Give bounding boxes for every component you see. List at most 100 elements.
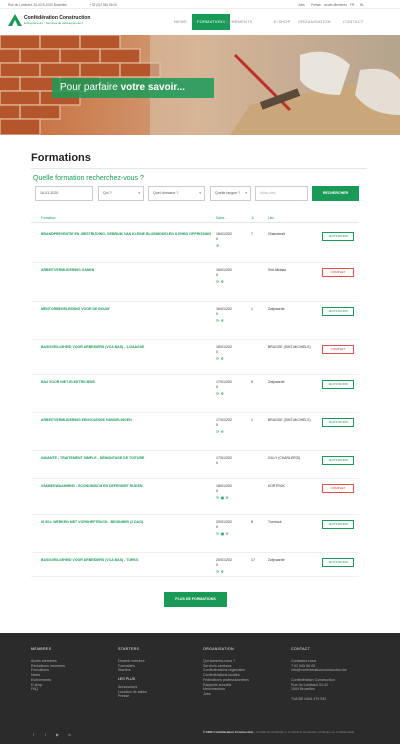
formation-place: BRUGGE (SINT-MICHIELS)	[268, 418, 311, 422]
formation-days: 1	[251, 307, 253, 311]
formation-title-link[interactable]: IS 801: WERKEN MET VORKHEFTRUCK - BEGINN…	[41, 520, 231, 525]
more-formations-button[interactable]: PLUS DE FORMATIONS	[164, 592, 227, 607]
twitter-icon[interactable]: t	[45, 732, 46, 737]
formation-date: 20/01/202 0	[216, 558, 232, 567]
address-text: Rue du Lombard, 34-42 B-1000 Bruxelles	[8, 2, 67, 7]
footer-col-starters: STARTERS Devenir membre Formalités Start…	[118, 647, 147, 699]
logo-subtitle: Entrepreneurs · Services de développemen…	[24, 21, 83, 25]
formation-place: BRUGGE (SINT-MICHIELS)	[268, 345, 311, 349]
formation-date: 16/01/202 0	[216, 345, 232, 354]
row-divider	[31, 478, 359, 479]
phone-text[interactable]: +32 (0)2 545 56 00	[90, 3, 117, 7]
row-divider	[31, 576, 359, 577]
col-header-place: Lieu	[268, 216, 275, 220]
row-divider	[31, 374, 359, 375]
register-button[interactable]: JE M'INSCRIS	[322, 558, 354, 567]
logo-icon[interactable]	[8, 14, 22, 26]
formation-place: Zwijnaarde	[268, 558, 285, 562]
row-divider	[31, 552, 359, 553]
formation-place: Gharmbrait	[268, 232, 285, 236]
formation-place: Zwijnaarde	[268, 380, 285, 384]
formation-type-icons: ⟳ ❄	[216, 356, 224, 361]
formation-title-link[interactable]: BASISVEILIGHEID VOOR ARBEIDERS (VCA BAS)…	[41, 558, 231, 563]
formation-date: 20/01/202 0	[216, 520, 232, 529]
footer-heading: ORGANISATION	[203, 647, 234, 651]
row-divider	[31, 262, 359, 263]
table-header-divider	[31, 222, 359, 223]
col-header-count: Jr	[251, 216, 254, 220]
formation-place: Zwijnaarde	[268, 307, 285, 311]
keyword-input[interactable]: Mots-clés	[255, 186, 308, 201]
formation-place: Turnhout	[268, 520, 282, 524]
footer-text: TVA BE 0406 479 092	[291, 696, 327, 701]
formation-title-link[interactable]: BA4 VOOR NIET-ELEKTRICIENS	[41, 380, 231, 385]
hero-banner: Pour parfaire votre savoir...	[0, 35, 400, 135]
topbar-lang-fr[interactable]: FR	[350, 3, 354, 7]
formation-title-link[interactable]: BASISVEILIGHEID VOOR ARBEIDERS (VCA BAS)…	[41, 345, 231, 350]
complet-badge[interactable]: COMPLET	[322, 484, 354, 493]
facebook-icon[interactable]: f	[33, 732, 34, 737]
date-field[interactable]: 16-01-2020	[35, 186, 93, 201]
site-header: Confédération Construction Entrepreneurs…	[0, 9, 400, 35]
formation-date: 18/01/202 0	[216, 484, 232, 493]
footer-link[interactable]: Jobs	[203, 692, 249, 697]
domain-select[interactable]: Quel domaine ? ▾	[148, 186, 205, 201]
footer-link[interactable]: Presse	[118, 694, 147, 699]
footer-link[interactable]: Starters	[118, 668, 147, 673]
register-button[interactable]: JE M'INSCRIS	[322, 380, 354, 389]
footer-link[interactable]: Devenir membre	[118, 659, 147, 664]
formation-type-icons: ⟳ ❄	[216, 569, 224, 574]
complet-badge[interactable]: COMPLET	[322, 268, 354, 277]
nav-organisation[interactable]: ORGANISATION	[298, 19, 331, 24]
row-divider	[31, 450, 359, 451]
formation-title-link[interactable]: BRANDPREVENTIE EN -BESTRIJDING, GEBRUIK …	[41, 232, 231, 237]
nav-eshop[interactable]: E-SHOP	[274, 19, 291, 24]
formation-days: 5	[251, 380, 253, 384]
register-button[interactable]: JE M'INSCRIS	[322, 307, 354, 316]
footer-link[interactable]: info@confederationconstruction.be	[291, 668, 347, 673]
row-divider	[31, 301, 359, 302]
register-button[interactable]: JE M'INSCRIS	[322, 520, 354, 529]
footer-col-contact: CONTACT Contactez-nous T 02 545 56 00 in…	[291, 647, 347, 701]
formation-title-link[interactable]: VAKBEKWAAMHEID - ECONOMISCH EN DEFENSIEF…	[41, 484, 231, 489]
footer-link[interactable]: Fédérations professionnelles	[203, 678, 249, 683]
youtube-icon[interactable]: ▶	[56, 732, 59, 737]
nav-contact[interactable]: CONTACT	[343, 19, 363, 24]
formation-type-icons: ⟳ ❄	[216, 279, 224, 284]
search-question: Quelle formation recherchez-vous ?	[33, 175, 144, 182]
site-footer: MEMBRES Accès membres Réductions membres…	[0, 633, 400, 744]
formation-title-link[interactable]: ARBEITVERMIJDERING OANEN	[41, 268, 231, 273]
nav-evenements[interactable]: EVENEMENTS	[223, 19, 253, 24]
copyright: © 2020 Confédération Construction | Cond…	[203, 730, 355, 734]
who-select[interactable]: Qui ? ▾	[98, 186, 144, 201]
formation-type-icons: ⟳ ▣ ❄	[216, 531, 229, 536]
title-divider	[31, 168, 367, 169]
formation-title-link[interactable]: ARBEITVERMIJDERING EENVOUDIGE HANDELINGE…	[41, 418, 231, 423]
register-button[interactable]: JE M'INSCRIS	[322, 232, 354, 241]
search-button[interactable]: RECHERCHER	[312, 186, 359, 201]
formation-days: 7	[251, 232, 253, 236]
row-divider	[31, 339, 359, 340]
topbar-link-members[interactable]: Accès Membres	[324, 3, 347, 7]
formation-date: 17/01/202 0	[216, 380, 232, 389]
topbar-link-jobs[interactable]: Jobs	[298, 3, 305, 7]
formation-place: Sint-Niklaas	[268, 268, 287, 272]
formation-type-icons: ⟳ ❄	[216, 429, 224, 434]
formation-title-link[interactable]: AMIANTE - TRAITEMENT SIMPLE - DÉMONTAGE …	[41, 456, 231, 461]
footer-col-organisation: ORGANISATION Qui sommes-nous ? Services …	[203, 647, 249, 697]
top-bar: Rue du Lombard, 34-42 B-1000 Bruxelles +…	[0, 0, 400, 9]
formation-date: 17/01/202 0	[216, 456, 232, 465]
register-button[interactable]: JE M'INSCRIS	[322, 456, 354, 465]
footer-link[interactable]: FAQ	[31, 687, 65, 692]
nav-news[interactable]: NEWS	[174, 19, 187, 24]
complet-badge[interactable]: COMPLET	[322, 345, 354, 354]
chevron-down-icon: ▾	[245, 191, 247, 195]
topbar-link-presse[interactable]: Presse	[311, 3, 321, 7]
language-select[interactable]: Quelle langue ? ▾	[210, 186, 251, 201]
formation-title-link[interactable]: MENTORBEGELEIDING VOOR DE BOUW	[41, 307, 231, 312]
formation-type-icons: ❄	[216, 243, 220, 248]
formation-date: 16/01/202 0	[216, 307, 232, 316]
register-button[interactable]: JE M'INSCRIS	[322, 418, 354, 427]
linkedin-icon[interactable]: in	[68, 732, 71, 737]
topbar-lang-nl[interactable]: NL	[360, 3, 364, 7]
